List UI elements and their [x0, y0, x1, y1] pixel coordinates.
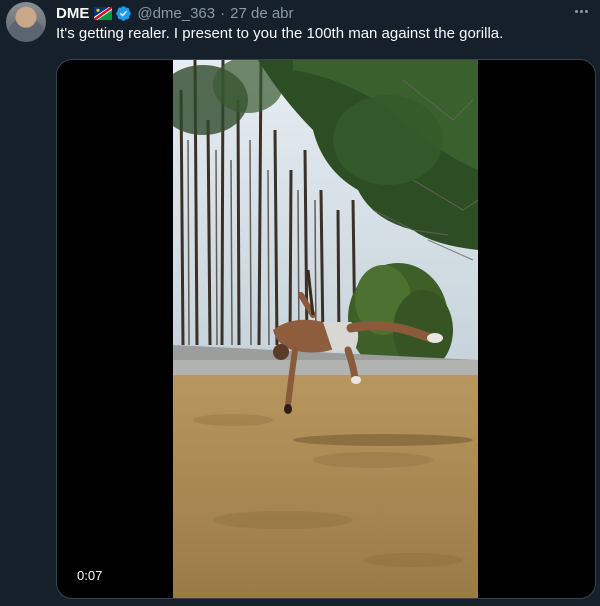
separator-dot: · — [220, 4, 226, 22]
tweet-date[interactable]: 27 de abr — [230, 5, 293, 22]
video-player[interactable]: 0:07 — [56, 59, 596, 599]
video-duration: 0:07 — [69, 566, 111, 585]
verified-badge-icon — [116, 5, 132, 21]
avatar[interactable] — [6, 2, 46, 42]
more-options-icon[interactable] — [570, 4, 592, 18]
tweet-header: DME @dme_363 · 27 de abr — [56, 3, 294, 23]
display-name[interactable]: DME — [56, 5, 89, 22]
namibia-flag-icon — [94, 6, 113, 20]
tweet-text: It's getting realer. I present to you th… — [56, 25, 504, 42]
user-handle[interactable]: @dme_363 — [137, 5, 215, 22]
tweet[interactable]: DME @dme_363 · 27 de abr It's getting re… — [0, 0, 600, 606]
video-thumbnail — [173, 60, 478, 598]
